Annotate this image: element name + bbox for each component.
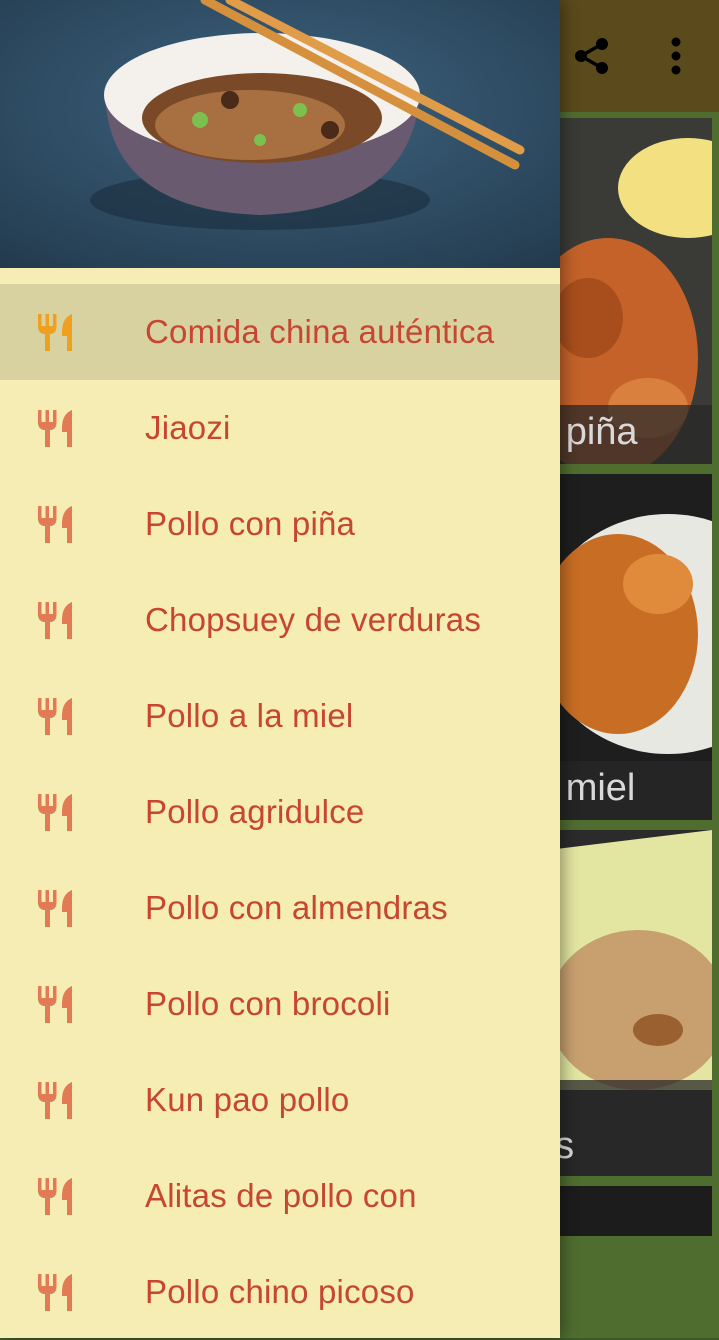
drawer-item-label: Pollo chino picoso: [145, 1273, 415, 1310]
drawer-menu: Comida china auténtica Jiaozi Pollo con pi…: [0, 284, 560, 1340]
drawer-item-label: Pollo con brocoli: [145, 985, 391, 1022]
restaurant-icon: [38, 986, 72, 1023]
more-options-button[interactable]: [648, 28, 704, 84]
drawer-item-6[interactable]: Pollo con almendras: [0, 860, 560, 956]
drawer-item-label: Pollo con piña: [145, 505, 356, 542]
navigation-drawer: Comida china auténtica Jiaozi Pollo con pi…: [0, 0, 560, 1338]
restaurant-icon: [38, 410, 72, 447]
restaurant-icon: [38, 602, 72, 639]
recipe-card-caption: a miel: [548, 761, 712, 820]
drawer-item-7[interactable]: Pollo con brocoli: [0, 956, 560, 1052]
drawer-item-label: Jiaozi: [145, 409, 231, 446]
restaurant-icon: [38, 506, 72, 543]
recipe-card-caption: n piña: [548, 405, 712, 464]
drawer-item-label: Pollo con almendras: [145, 889, 448, 926]
drawer-item-8[interactable]: Kun pao pollo: [0, 1052, 560, 1148]
drawer-item-1[interactable]: Jiaozi: [0, 380, 560, 476]
drawer-item-5[interactable]: Pollo agridulce: [0, 764, 560, 860]
restaurant-icon: [38, 794, 72, 831]
share-button[interactable]: [564, 28, 620, 84]
noodle-bowl-image: [0, 0, 560, 268]
drawer-item-label: Pollo a la miel: [145, 697, 354, 734]
drawer-item-0[interactable]: Comida china auténtica: [0, 284, 560, 380]
drawer-item-9[interactable]: Alitas de pollo con: [0, 1148, 560, 1244]
restaurant-icon: [38, 1274, 72, 1311]
restaurant-icon: [38, 1082, 72, 1119]
recipe-card[interactable]: n as: [548, 830, 712, 1176]
recipe-card[interactable]: a miel: [548, 474, 712, 820]
drawer-item-10[interactable]: Pollo chino picoso: [0, 1244, 560, 1340]
recipe-card[interactable]: n piña: [548, 118, 712, 464]
restaurant-icon: [38, 1178, 72, 1215]
drawer-item-4[interactable]: Pollo a la miel: [0, 668, 560, 764]
restaurant-icon: [38, 314, 72, 351]
recipe-card-caption: n as: [548, 1080, 712, 1176]
restaurant-icon: [38, 698, 72, 735]
share-icon: [575, 38, 608, 74]
drawer-item-label: Alitas de pollo con: [145, 1177, 417, 1214]
drawer-item-label: Kun pao pollo: [145, 1081, 350, 1118]
drawer-item-label: Chopsuey de verduras: [145, 601, 482, 638]
more-vert-icon: [671, 37, 681, 75]
restaurant-icon: [38, 890, 72, 927]
drawer-item-2[interactable]: Pollo con piña: [0, 476, 560, 572]
drawer-item-label: Pollo agridulce: [145, 793, 365, 830]
drawer-header-image: [0, 0, 560, 268]
recipe-card[interactable]: [548, 1186, 712, 1236]
drawer-item-3[interactable]: Chopsuey de verduras: [0, 572, 560, 668]
drawer-item-label: Comida china auténtica: [145, 313, 495, 350]
